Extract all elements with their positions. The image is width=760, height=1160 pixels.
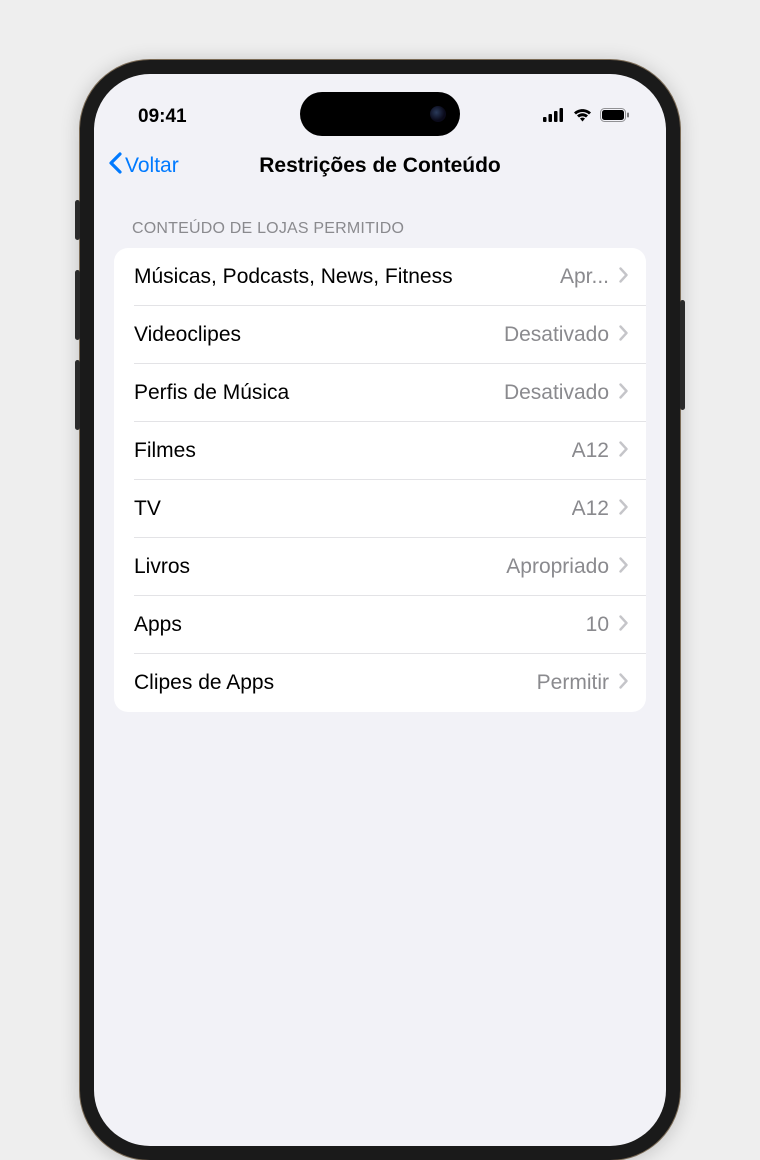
- back-button[interactable]: Voltar: [108, 152, 179, 180]
- chevron-left-icon: [108, 152, 122, 180]
- chevron-right-icon: [619, 671, 628, 695]
- row-label: Filmes: [134, 439, 572, 463]
- phone-screen: 09:41 Voltar Restrições de Cont: [94, 74, 666, 1146]
- row-value: 10: [586, 613, 609, 637]
- row-label: Músicas, Podcasts, News, Fitness: [134, 265, 560, 289]
- row-label: Apps: [134, 613, 586, 637]
- row-value: Desativado: [504, 381, 609, 405]
- chevron-right-icon: [619, 439, 628, 463]
- front-camera: [430, 106, 446, 122]
- row-value: A12: [572, 439, 609, 463]
- settings-list: Músicas, Podcasts, News, Fitness Apr... …: [114, 248, 646, 712]
- row-livros[interactable]: Livros Apropriado: [114, 538, 646, 596]
- row-label: TV: [134, 497, 572, 521]
- volume-up-button: [75, 270, 80, 340]
- chevron-right-icon: [619, 265, 628, 289]
- phone-frame: 09:41 Voltar Restrições de Cont: [80, 60, 680, 1160]
- chevron-right-icon: [619, 381, 628, 405]
- row-videoclipes[interactable]: Videoclipes Desativado: [114, 306, 646, 364]
- row-value: Permitir: [537, 671, 609, 695]
- row-tv[interactable]: TV A12: [114, 480, 646, 538]
- row-apps[interactable]: Apps 10: [114, 596, 646, 654]
- wifi-icon: [572, 106, 593, 128]
- power-button: [680, 300, 685, 410]
- row-perfis-de-musica[interactable]: Perfis de Música Desativado: [114, 364, 646, 422]
- chevron-right-icon: [619, 555, 628, 579]
- row-value: Desativado: [504, 323, 609, 347]
- volume-down-button: [75, 360, 80, 430]
- status-time: 09:41: [138, 106, 187, 128]
- cellular-icon: [543, 106, 565, 128]
- battery-icon: [600, 106, 630, 128]
- row-label: Perfis de Música: [134, 381, 504, 405]
- chevron-right-icon: [619, 613, 628, 637]
- row-value: Apr...: [560, 265, 609, 289]
- row-value: Apropriado: [506, 555, 609, 579]
- page-title: Restrições de Conteúdo: [94, 154, 666, 178]
- row-value: A12: [572, 497, 609, 521]
- row-filmes[interactable]: Filmes A12: [114, 422, 646, 480]
- section-header: CONTEÚDO DE LOJAS PERMITIDO: [114, 220, 646, 248]
- back-label: Voltar: [125, 154, 179, 178]
- row-label: Livros: [134, 555, 506, 579]
- mute-switch: [75, 200, 80, 240]
- row-label: Clipes de Apps: [134, 671, 537, 695]
- nav-bar: Voltar Restrições de Conteúdo: [94, 138, 666, 194]
- chevron-right-icon: [619, 323, 628, 347]
- dynamic-island: [300, 92, 460, 136]
- chevron-right-icon: [619, 497, 628, 521]
- row-clipes-de-apps[interactable]: Clipes de Apps Permitir: [114, 654, 646, 712]
- status-icons: [543, 106, 630, 128]
- row-music-podcasts-news-fitness[interactable]: Músicas, Podcasts, News, Fitness Apr...: [114, 248, 646, 306]
- content: CONTEÚDO DE LOJAS PERMITIDO Músicas, Pod…: [94, 194, 666, 712]
- row-label: Videoclipes: [134, 323, 504, 347]
